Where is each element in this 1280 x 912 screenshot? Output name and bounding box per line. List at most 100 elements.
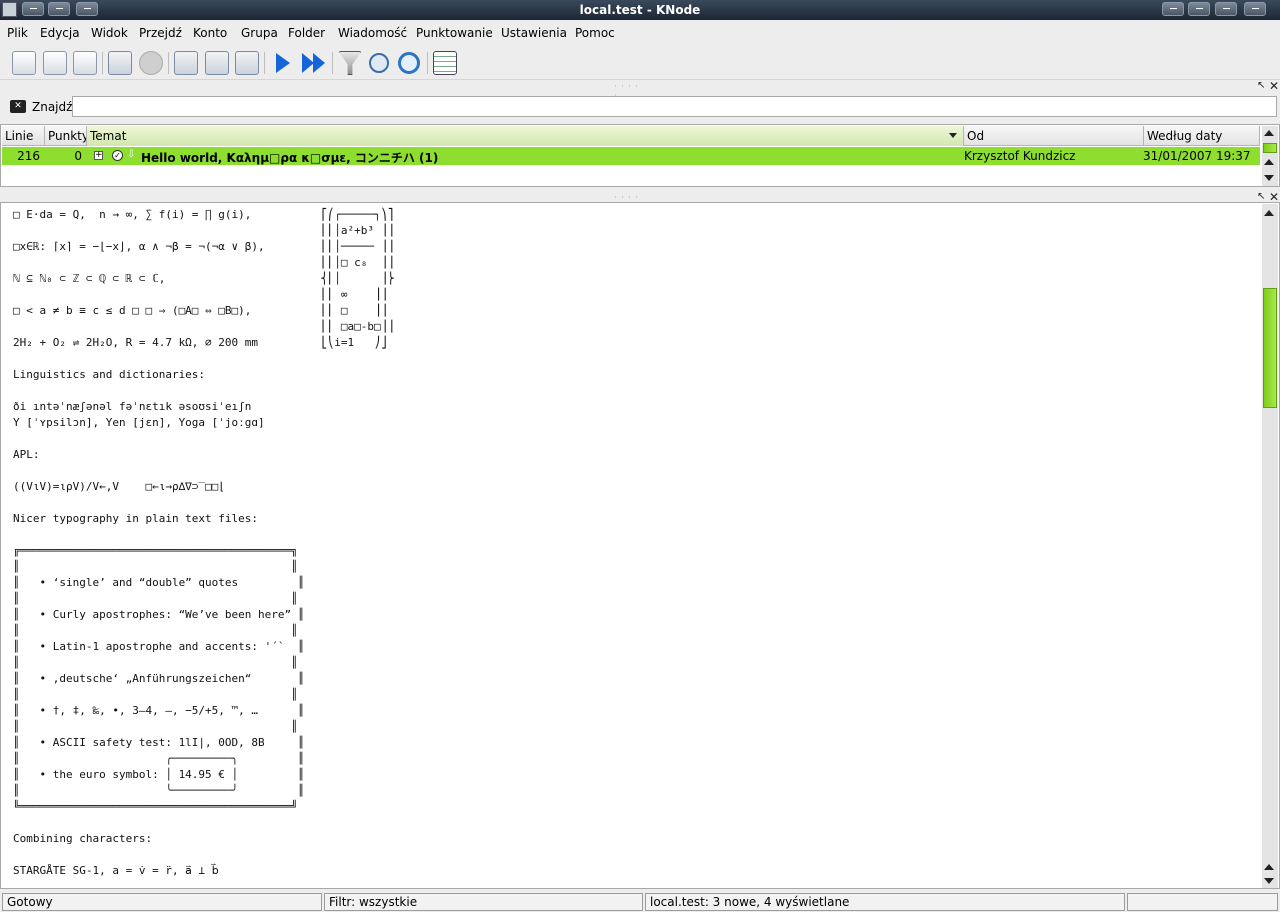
read-status-icon: ✓: [112, 150, 123, 161]
article-line: ║ • Latin-1 apostrophe and accents: '´` …: [13, 640, 305, 653]
maximize-icon[interactable]: [1215, 2, 1237, 16]
next-unread-thread-icon[interactable]: [302, 51, 326, 75]
title-bar: local.test - KNode: [0, 0, 1280, 20]
post-icon[interactable]: [174, 51, 198, 75]
article-line: ((V⍳V)=⍳⍴V)/V←,V □←⍳→⍴∆∇⊃‾□□⌊: [13, 480, 225, 493]
scroll-down-icon[interactable]: [1264, 175, 1274, 181]
list-header: Linie Punkty Temat Od Według daty: [2, 126, 1260, 146]
article-line: □x∈ℝ: ⌈x⌉ = −⌊−x⌋, α ∧ ¬β = ¬(¬α ∨ β),: [13, 240, 265, 253]
splitter-grip[interactable]: · · · · ·: [614, 193, 644, 211]
thread-expand-icon[interactable]: +: [94, 151, 103, 160]
article-line: ║ ╰─────────╯ ║: [13, 784, 305, 797]
main-toolbar: [0, 46, 1280, 80]
search-input[interactable]: [72, 96, 1277, 117]
article-line: STARGÅTE SG-1, a = v̇ = r̈, a⃑ ⊥ b⃑: [13, 864, 219, 877]
article-line: Linguistics and dictionaries:: [13, 368, 206, 381]
article-line: ║ • †, ‡, ‰, •, 3–4, —, −5/+5, ™, … ║: [13, 704, 305, 717]
cancel-icon: [139, 51, 163, 75]
article-body: □ E·da = Q, n → ∞, ∑ f(i) = ∏ g(i), □x∈ℝ…: [13, 207, 304, 879]
row-score: 0: [74, 149, 82, 163]
column-header-lines[interactable]: Linie: [2, 126, 45, 146]
column-header-subject-label: Temat: [90, 129, 127, 143]
menu-grupa[interactable]: Grupa: [241, 26, 278, 40]
article-line: ║ ║: [13, 688, 298, 701]
sort-descending-icon: [949, 133, 957, 138]
menu-ustawienia[interactable]: Ustawienia: [501, 26, 567, 40]
article-line: ði ıntəˈnæʃənəl fəˈnɛtık əsoʊsiˈeıʃn: [13, 400, 252, 413]
article-line: ║ • ASCII safety test: 1lI|, 0OD, 8B ║: [13, 736, 305, 749]
article-matrix: ⎡⎛┌─────┐⎞⎤ ⎢⎜│a²+b³ ⎟⎥ ⎢⎜│───── ⎟⎥ ⎢⎜│□…: [321, 208, 394, 349]
scroll-up-icon[interactable]: [1264, 130, 1274, 136]
menu-widok[interactable]: Widok: [91, 26, 128, 40]
new-article-icon[interactable]: [12, 51, 36, 75]
article-line: □ E·da = Q, n → ∞, ∑ f(i) = ∏ g(i),: [13, 208, 252, 221]
search-label: Znajdź:: [32, 100, 77, 114]
article-line: ║ • ‚deutsche‘ „Anführungszeichen“ ║: [13, 672, 305, 685]
status-filter: Filtr: wszystkie: [324, 893, 643, 911]
undock-icon[interactable]: ↖: [1257, 80, 1265, 91]
filter-icon[interactable]: [338, 51, 362, 75]
status-bar: Gotowy Filtr: wszystkie local.test: 3 no…: [0, 892, 1280, 912]
forward-icon[interactable]: [235, 51, 259, 75]
column-header-subject[interactable]: Temat: [87, 126, 964, 146]
menu-bar: Plik Edycja Widok Przejdź Konto Grupa Fo…: [0, 20, 1280, 46]
close-icon[interactable]: [1244, 2, 1266, 16]
menu-edycja[interactable]: Edycja: [40, 26, 80, 40]
scroll-down-icon[interactable]: [1264, 878, 1274, 884]
panel-close-icon[interactable]: ✕: [1269, 79, 1279, 93]
menu-przejdz[interactable]: Przejdź: [139, 26, 182, 40]
article-viewer[interactable]: □ E·da = Q, n → ∞, ∑ f(i) = ∏ g(i), □x∈ℝ…: [0, 202, 1280, 889]
scroll-thumb[interactable]: [1263, 143, 1277, 153]
splitter-grip[interactable]: · · · · ·: [614, 82, 644, 100]
toolbar-separator: [264, 52, 265, 74]
article-line: ╔═══════════════════════════════════════…: [13, 544, 298, 557]
column-header-date[interactable]: Według daty: [1144, 126, 1260, 146]
article-line: ║ • the euro symbol: │ 14.95 € │ ║: [13, 768, 305, 781]
undock-icon[interactable]: ↖: [1257, 191, 1265, 202]
column-header-from[interactable]: Od: [964, 126, 1144, 146]
search-icon[interactable]: [369, 53, 389, 73]
next-unread-icon[interactable]: [276, 53, 290, 73]
article-line: ╚═══════════════════════════════════════…: [13, 800, 298, 813]
window-title: local.test - KNode: [579, 3, 701, 17]
scroll-up-icon[interactable]: [1264, 159, 1274, 165]
scroll-up-icon[interactable]: [1264, 210, 1274, 216]
article-row[interactable]: 216 0 + ✓ ⇩ Hello world, Καλημ□ρα κ□σμε,…: [2, 147, 1260, 165]
list-scrollbar[interactable]: [1262, 126, 1278, 186]
article-line: Y [ˈʏpsilɔn], Yen [jɛn], Yoga [ˈjoːgɑ]: [13, 416, 265, 429]
article-line: ║ ║: [13, 592, 298, 605]
article-line: Nicer typography in plain text files:: [13, 512, 259, 525]
menu-konto[interactable]: Konto: [193, 26, 227, 40]
row-date: 31/01/2007 19:37: [1143, 149, 1251, 163]
article-line: ║ ║: [13, 560, 298, 573]
menu-pomoc[interactable]: Pomoc: [575, 26, 615, 40]
article-line: APL:: [13, 448, 40, 461]
article-line: ║ ║: [13, 656, 298, 669]
column-header-score[interactable]: Punkty: [45, 126, 87, 146]
row-lines: 216: [17, 149, 40, 163]
send-icon[interactable]: [43, 51, 67, 75]
status-ready: Gotowy: [2, 893, 322, 911]
view-table-icon[interactable]: [433, 51, 457, 75]
status-extra: [1127, 893, 1278, 911]
article-line: Combining characters:: [13, 832, 153, 845]
toolbar-separator: [332, 52, 333, 74]
window-help-icon[interactable]: [1162, 2, 1184, 16]
article-line: □ < a ≠ b ≡ c ≤ d □ □ ⇒ (□A□ ⇔ □B□),: [13, 304, 252, 317]
menu-folder[interactable]: Folder: [288, 26, 325, 40]
article-scrollbar[interactable]: [1262, 204, 1278, 888]
scroll-thumb[interactable]: [1263, 288, 1277, 408]
menu-plik[interactable]: Plik: [7, 26, 28, 40]
toolbar-separator: [168, 52, 169, 74]
subscribe-icon[interactable]: [108, 51, 132, 75]
article-list[interactable]: Linie Punkty Temat Od Według daty 216 0 …: [0, 124, 1280, 187]
scroll-up-icon[interactable]: [1264, 864, 1274, 870]
print-icon[interactable]: [73, 51, 97, 75]
clear-search-icon[interactable]: ✕: [10, 100, 26, 113]
minimize-icon[interactable]: [1188, 2, 1210, 16]
reply-icon[interactable]: [205, 51, 229, 75]
menu-wiadomosc[interactable]: Wiadomość: [338, 26, 407, 40]
menu-punktowanie[interactable]: Punktowanie: [416, 26, 493, 40]
refresh-icon[interactable]: [398, 52, 420, 74]
search-bar: ✕ Znajdź:: [0, 94, 1280, 120]
